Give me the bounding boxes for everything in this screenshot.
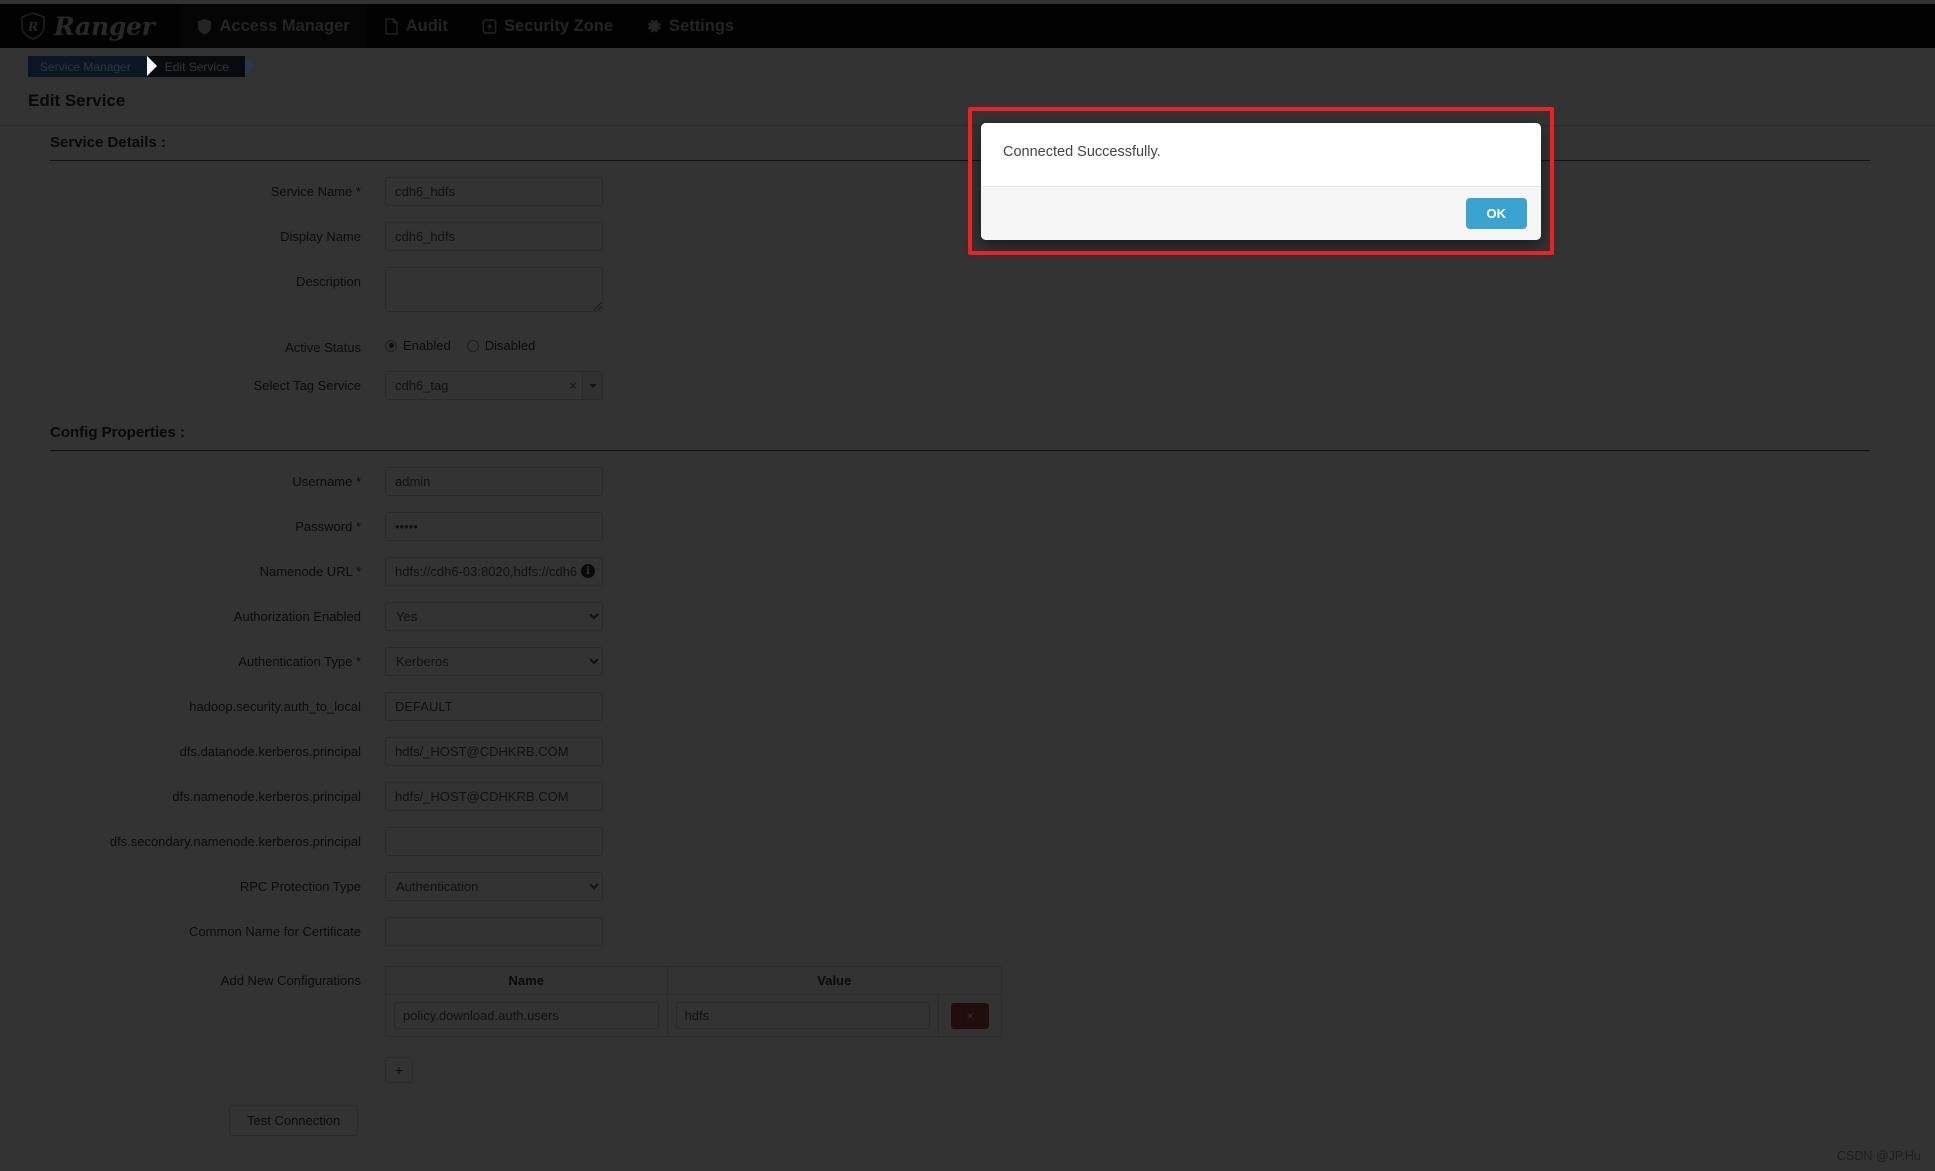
connection-result-dialog: Connected Successfully. OK	[981, 123, 1541, 240]
modal-backdrop[interactable]	[0, 0, 1935, 1171]
dialog-footer: OK	[981, 186, 1541, 240]
dialog-message: Connected Successfully.	[981, 123, 1541, 186]
ok-button[interactable]: OK	[1465, 198, 1527, 229]
